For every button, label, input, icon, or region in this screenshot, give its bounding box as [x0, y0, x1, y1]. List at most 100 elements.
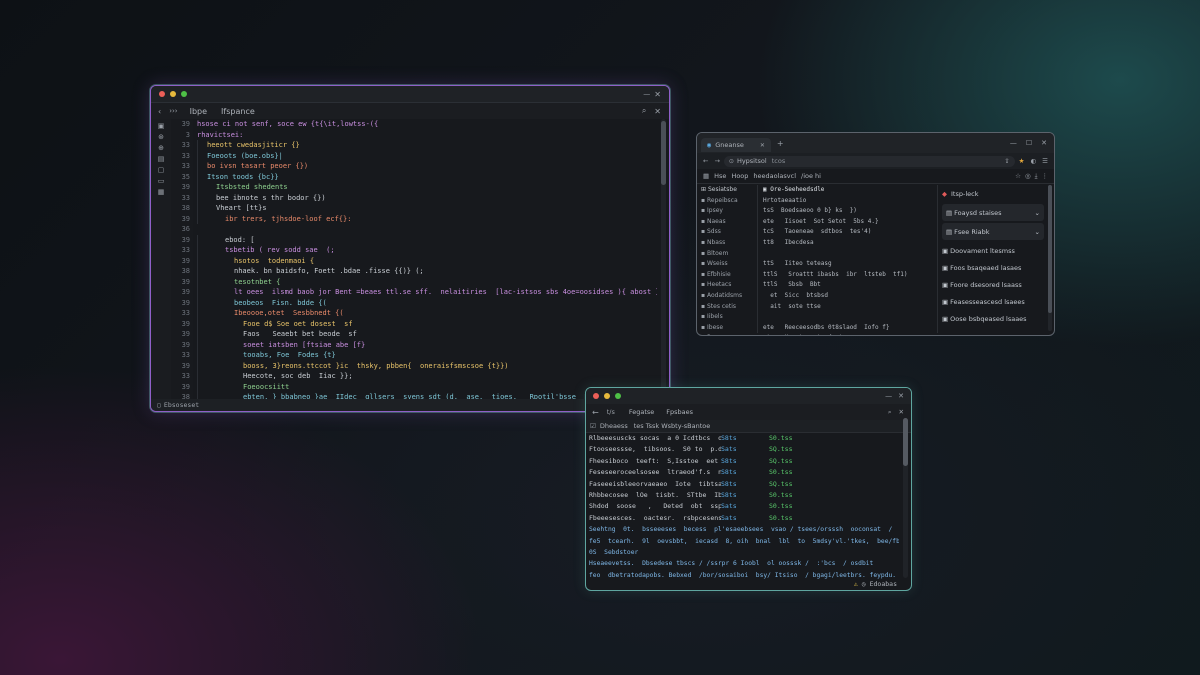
status-branch-icon: ▢ — [157, 401, 161, 409]
terminal-cell: Rlbeeesuscks socas a 0 Icdtbcs of s0e1 — [589, 434, 721, 442]
right-list: ▤ Foaysd staises ⌄ ▤ Fsee Riabk ⌄ ▣ Doovamen… — [942, 204, 1044, 327]
star-icon[interactable]: ★ — [1019, 157, 1025, 165]
browser-window[interactable]: ◉ Gneanse ✕ + — ☐ ✕ ← → ⊙ Hypsitsol tcos… — [696, 132, 1055, 336]
terminal-text: Hseaeevetss. Dbsedese tbscs / /ssrpr 6 I… — [589, 560, 874, 568]
sidebar-item[interactable]: ▪ Naeas — [701, 217, 753, 228]
maximize-dot-icon[interactable] — [615, 393, 621, 399]
code-line-text: hsose ci not senf, soce ew {t{\it,lowtss… — [197, 120, 379, 128]
code-line: nhaek. bn baidsfo, Foett .bdae .fisse {{… — [197, 266, 657, 277]
terminal-tab-1[interactable]: Fegatse — [629, 408, 654, 416]
minimize-icon[interactable]: — — [1010, 139, 1017, 147]
forward-icon[interactable]: → — [714, 157, 719, 165]
search-icon[interactable]: ⌕ — [642, 106, 646, 116]
dropdown-item[interactable]: ▤ Foaysd staises ⌄ — [942, 204, 1044, 221]
explorer-icon[interactable]: ▣ — [151, 122, 171, 130]
apps-icon[interactable]: ▦ — [703, 172, 709, 180]
close-panel-icon[interactable]: ✕ — [654, 107, 661, 116]
back-icon[interactable]: ← — [703, 157, 708, 165]
terminal-scroll-thumb[interactable] — [903, 418, 908, 466]
close-dot-icon[interactable] — [593, 393, 599, 399]
terminal-scrollbar[interactable] — [903, 418, 908, 578]
sidebar-item[interactable]: ▪ Efbhisie — [701, 270, 753, 281]
bookmark-1[interactable]: Hse — [714, 172, 726, 180]
forward-arrow-icon[interactable]: ››› — [169, 107, 177, 115]
sidebar-item[interactable]: ▪ Stes cetis — [701, 302, 753, 313]
sidebar-item[interactable]: ▪ Ipsey — [701, 206, 753, 217]
minimize-icon[interactable]: — — [643, 90, 650, 98]
more-icon[interactable]: ⋮ — [1042, 172, 1049, 180]
address-bar[interactable]: ⊙ Hypsitsol tcos ⇪ — [723, 155, 1015, 167]
terminal-text: 0S Sebdstoer — [589, 548, 639, 556]
bookmark-2[interactable]: Hoop — [731, 172, 748, 180]
sidebar-item[interactable]: ▪ Wseiss — [701, 259, 753, 270]
share-icon[interactable]: ⇪ — [1004, 157, 1009, 165]
close-icon[interactable]: ✕ — [898, 392, 904, 400]
sidebar-item[interactable]: ▪ Heetacs — [701, 280, 753, 291]
extensions-icon[interactable]: ◐ — [1031, 157, 1037, 165]
browser-tab[interactable]: ◉ Gneanse ✕ — [701, 138, 771, 152]
code-line-text: bo ivsn tasart peoer {}) — [207, 162, 309, 170]
sidebar-item[interactable]: ▪ Sdss — [701, 227, 753, 238]
settings-icon[interactable]: ▦ — [151, 188, 171, 196]
terminal-icon[interactable]: ▭ — [151, 177, 171, 185]
right-list-item[interactable]: ▣ Feasesseascesd lsaees — [942, 293, 1044, 310]
sidebar-item[interactable]: ▪ Aodatidsms — [701, 291, 753, 302]
minimize-dot-icon[interactable] — [170, 91, 176, 97]
star-icon[interactable]: ☆ — [1015, 172, 1021, 180]
maximize-icon[interactable]: ☐ — [1026, 139, 1032, 147]
new-tab-icon[interactable]: + — [777, 139, 784, 148]
maximize-dot-icon[interactable] — [181, 91, 187, 97]
terminal-output[interactable]: Rlbeeesuscks socas a 0 Icdtbcs of s0e1S8… — [589, 433, 899, 580]
terminal-tab-2[interactable]: Fpsbaes — [666, 408, 693, 416]
browser-scrollbar[interactable] — [1048, 185, 1052, 331]
right-list-item[interactable]: ▣ Foos bsaqeaed lasaes — [942, 259, 1044, 276]
back-arrow-icon[interactable]: ‹ — [158, 107, 161, 116]
close-panel-icon[interactable]: ✕ — [899, 408, 904, 416]
close-icon[interactable]: ✕ — [654, 90, 661, 99]
close-dot-icon[interactable] — [159, 91, 165, 97]
check-icon[interactable]: ☑ — [590, 422, 596, 430]
bookmark-4[interactable]: /ioe hi — [801, 172, 821, 180]
minimize-dot-icon[interactable] — [604, 393, 610, 399]
terminal-line: Seehtng 0t. bsseeeses becess pl'esaeebse… — [589, 524, 899, 535]
editor-scroll-thumb[interactable] — [661, 121, 666, 185]
dropdown-item[interactable]: ▤ Fsee Riabk ⌄ — [942, 223, 1044, 240]
right-list-item[interactable]: ▣ Oose bsbqeased lsaaes — [942, 310, 1044, 327]
terminal-toolbar: ← t/s Fegatse Fpsbaes ⌕ ✕ — [586, 404, 911, 420]
tab-close-icon[interactable]: ✕ — [760, 142, 765, 149]
sidebar-item[interactable]: ▪ Repeibsca — [701, 196, 753, 207]
back-arrow-icon[interactable]: ← — [592, 408, 599, 417]
code-area[interactable]: hsose ci not senf, soce ew {t{\it,lowtss… — [197, 119, 657, 399]
extensions-icon[interactable]: ▢ — [151, 166, 171, 174]
chevron-down-icon[interactable]: ⌄ — [1035, 228, 1040, 236]
download-icon[interactable]: ⤓ — [1035, 172, 1038, 181]
code-line: ebod: [ — [197, 234, 657, 245]
editor-tab-2[interactable]: Ifspance — [221, 107, 255, 116]
bookmark-3[interactable]: heedaolasvcl — [753, 172, 796, 180]
sidebar-item[interactable]: ▪ Iibels — [701, 312, 753, 323]
nav-text[interactable]: t/s — [607, 408, 615, 416]
right-list-item[interactable]: ▣ Doovament ltesmss — [942, 242, 1044, 259]
profile-icon[interactable]: ◎ — [1025, 172, 1031, 180]
search-icon[interactable]: ⌕ — [888, 408, 892, 417]
editor-tab-1[interactable]: Ibpe — [190, 107, 207, 116]
search-side-icon[interactable]: ⊛ — [151, 133, 171, 141]
git-icon[interactable]: ⊕ — [151, 144, 171, 152]
browser-scroll-thumb[interactable] — [1048, 185, 1052, 313]
editor-titlebar: — ✕ — [151, 86, 669, 103]
right-list-item[interactable]: ▣ Foore dsesored lsaass — [942, 276, 1044, 293]
code-editor-window[interactable]: — ✕ ‹ ››› Ibpe Ifspance ⌕ ✕ ▣ ⊛ ⊕ ▤ ▢ ▭ … — [150, 85, 670, 412]
menu-icon[interactable]: ☰ — [1042, 157, 1048, 165]
sidebar-item[interactable]: ▪ Nbass — [701, 238, 753, 249]
sidebar-item[interactable]: ▪ Ibese — [701, 323, 753, 334]
terminal-text: fe5 tcearh. 9l oevsbbt, iecasd 8, oih bn… — [589, 537, 899, 545]
code-line-text: Vheart [tt}s — [216, 204, 267, 212]
debug-icon[interactable]: ▤ — [151, 155, 171, 163]
sidebar-item[interactable]: ▪ Pose — [701, 333, 753, 335]
editor-scrollbar[interactable] — [661, 119, 666, 397]
chevron-down-icon[interactable]: ⌄ — [1035, 209, 1040, 217]
sidebar-item[interactable]: ▪ Bltoem — [701, 249, 753, 260]
terminal-window[interactable]: — ✕ ← t/s Fegatse Fpsbaes ⌕ ✕ ☑ Dheaess … — [585, 387, 912, 591]
close-icon[interactable]: ✕ — [1041, 139, 1047, 147]
minimize-icon[interactable]: — — [885, 392, 892, 400]
